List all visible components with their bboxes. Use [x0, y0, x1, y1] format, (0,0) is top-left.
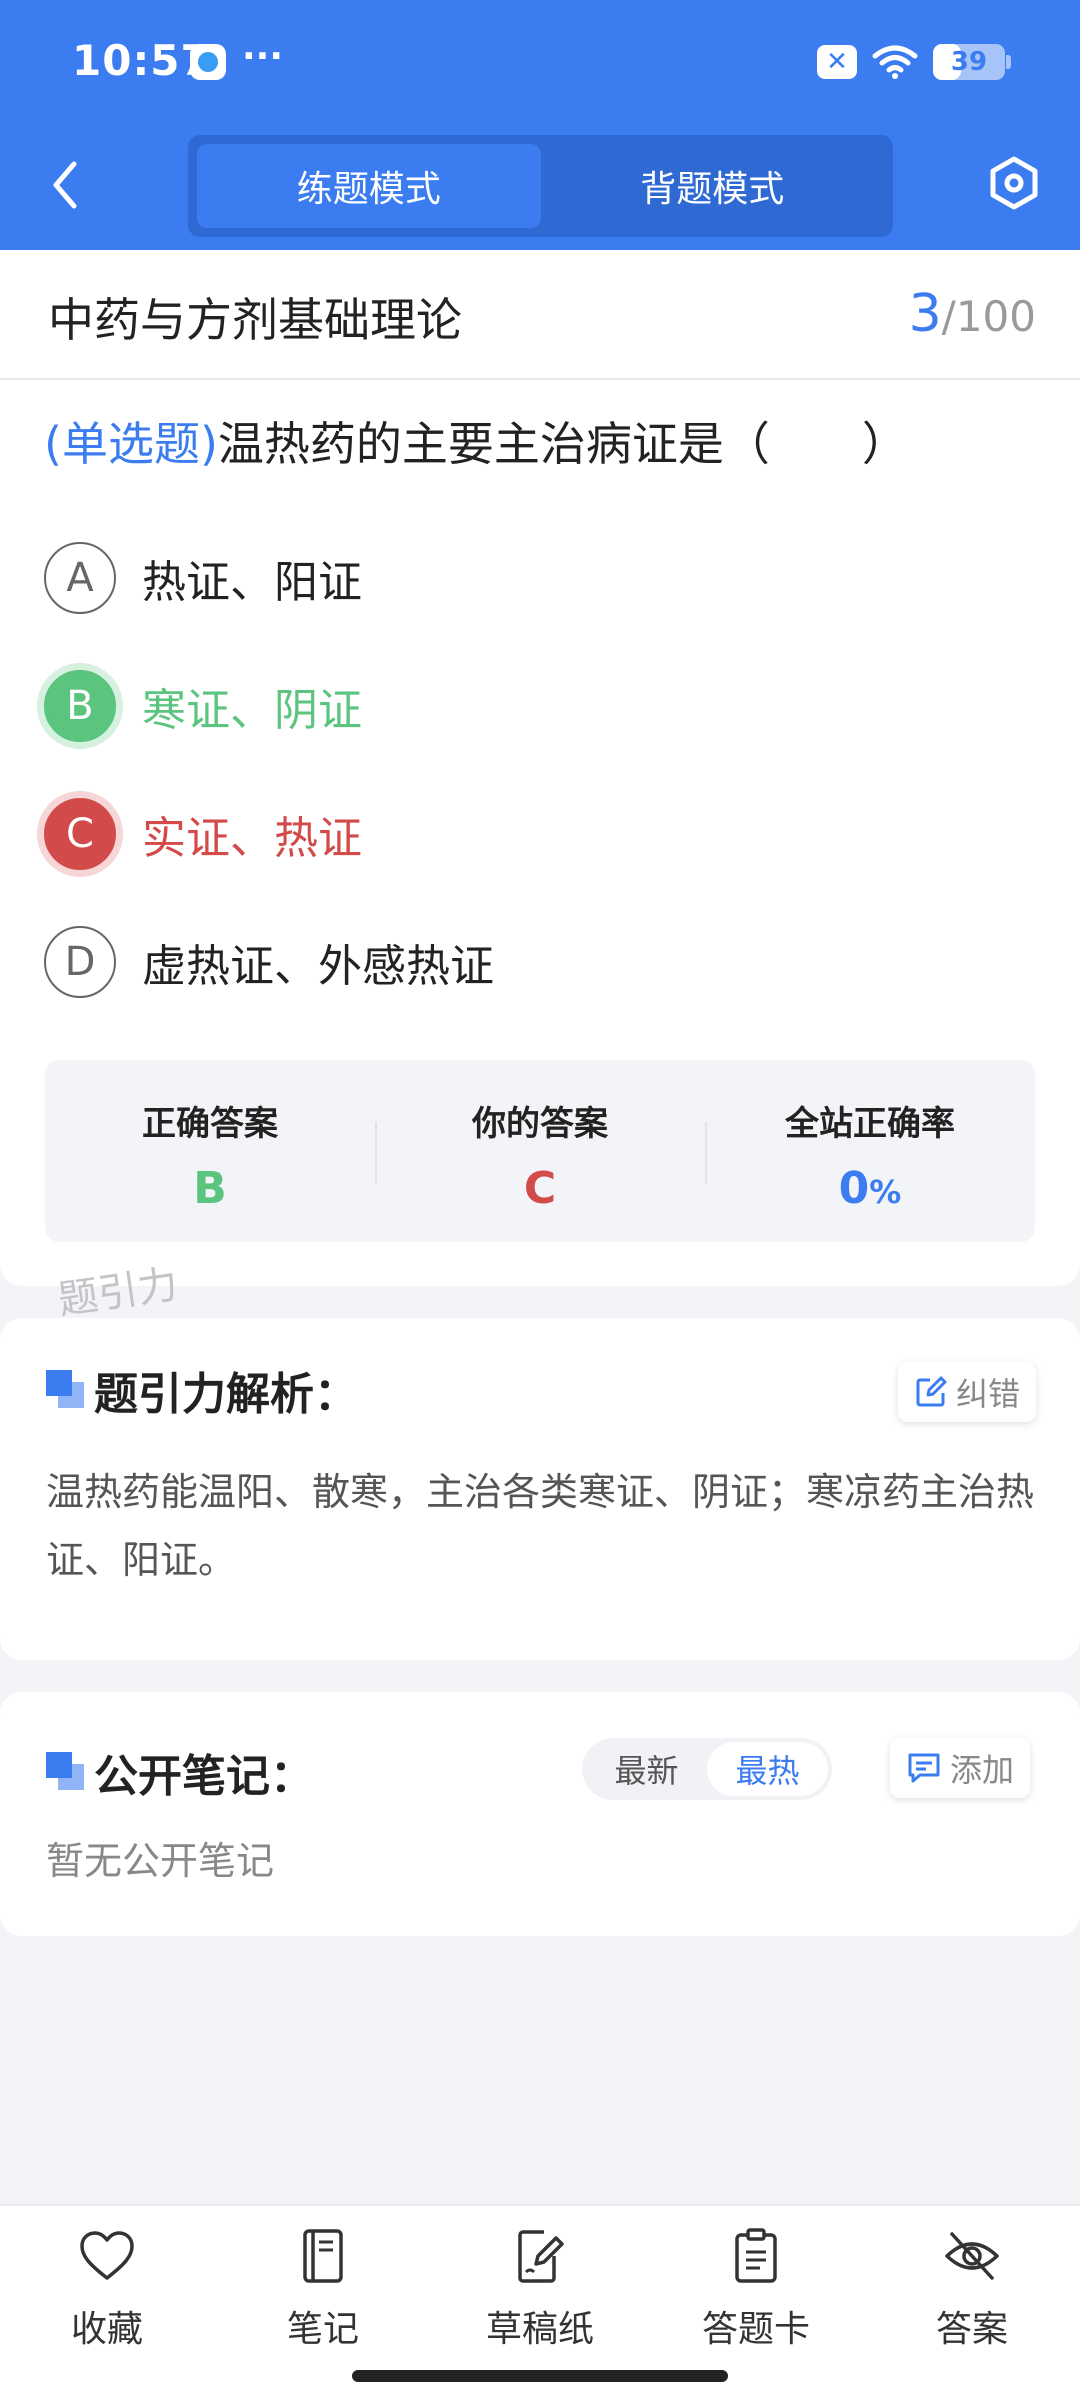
edit-icon: [916, 1376, 947, 1407]
question-text: 温热药的主要主治病证是（ ）: [217, 417, 908, 471]
site-accuracy-number: 0: [838, 1163, 870, 1214]
option-d[interactable]: D 虚热证、外感热证: [44, 924, 494, 1000]
option-text: 热证、阳证: [142, 557, 362, 608]
draft-paper-label: 草稿纸: [485, 2309, 594, 2350]
site-accuracy-value: 0%: [705, 1163, 1035, 1214]
option-text: 实证、热证: [142, 813, 362, 864]
favorite-button[interactable]: 收藏: [7, 2226, 207, 2366]
option-text: 虚热证、外感热证: [142, 941, 494, 992]
favorite-label: 收藏: [70, 2309, 143, 2350]
site-accuracy-label: 全站正确率: [785, 1104, 955, 1144]
correct-answer-label: 正确答案: [142, 1104, 278, 1144]
option-b[interactable]: B 寒证、阴证: [44, 668, 362, 744]
tab-practice-mode[interactable]: 练题模式: [197, 144, 541, 228]
notebook-icon: [303, 2229, 343, 2283]
your-answer-label: 你的答案: [472, 1104, 608, 1144]
mode-switch: 练题模式 背题模式: [188, 135, 893, 237]
comment-icon: [908, 1753, 940, 1783]
section-square-icon: [46, 1752, 84, 1790]
back-chevron-icon[interactable]: [40, 150, 90, 220]
answer-result-box: 正确答案 B 你的答案 C 全站正确率 0%: [45, 1060, 1035, 1242]
report-error-button[interactable]: 纠错: [898, 1362, 1037, 1422]
add-note-button[interactable]: 添加: [890, 1738, 1031, 1798]
option-a[interactable]: A 热证、阳证: [44, 540, 362, 616]
correct-answer-column: 正确答案 B: [45, 1060, 375, 1242]
app-notification-icon: [190, 44, 226, 80]
public-notes-card: 公开笔记： 最新 最热 添加 暂无公开笔记: [0, 1692, 1080, 1936]
draft-paper-button[interactable]: 草稿纸: [440, 2226, 640, 2366]
sort-newest[interactable]: 最新: [586, 1742, 707, 1796]
wifi-icon: [872, 45, 918, 79]
subject-row: 中药与方剂基础理论 3/100: [0, 250, 1080, 380]
battery-icon: 39: [933, 44, 1011, 80]
option-letter: B: [44, 670, 116, 742]
analysis-title: 题引力解析：: [94, 1369, 358, 1420]
answer-sheet-button[interactable]: 答题卡: [656, 2226, 856, 2366]
current-question-number: 3: [908, 284, 942, 344]
sort-hottest[interactable]: 最热: [707, 1742, 828, 1796]
question-stem: (单选题)温热药的主要主治病证是（ ）: [44, 408, 908, 474]
add-note-label: 添加: [950, 1751, 1015, 1789]
eye-off-icon: [945, 2232, 999, 2280]
notes-label: 笔记: [286, 2309, 359, 2350]
notes-sort-switch: 最新 最热: [582, 1738, 832, 1800]
site-accuracy-column: 全站正确率 0%: [705, 1060, 1035, 1242]
option-letter: D: [44, 926, 116, 998]
subject-title: 中药与方剂基础理论: [48, 293, 462, 347]
show-answer-label: 答案: [935, 2309, 1008, 2350]
no-sim-icon: ✕: [817, 45, 857, 79]
report-error-label: 纠错: [956, 1375, 1021, 1413]
option-text: 寒证、阴证: [142, 685, 362, 736]
analysis-card: 题引力解析： 纠错 温热药能温阳、散寒，主治各类寒证、阴证；寒凉药主治热证、阳证…: [0, 1318, 1080, 1660]
status-icons: ✕ 39: [817, 42, 1011, 82]
home-indicator[interactable]: [352, 2370, 728, 2382]
your-answer-column: 你的答案 C: [375, 1060, 705, 1242]
battery-level: 39: [950, 47, 988, 77]
option-c[interactable]: C 实证、热证: [44, 796, 362, 872]
more-notifications-icon: ···: [242, 36, 284, 77]
option-letter: C: [44, 798, 116, 870]
question-progress: 3/100: [909, 284, 1036, 344]
total-questions: /100: [941, 292, 1036, 341]
answer-sheet-icon: [735, 2228, 777, 2283]
show-answer-button[interactable]: 答案: [872, 2226, 1072, 2366]
tab-memorize-mode[interactable]: 背题模式: [541, 144, 885, 228]
status-bar: 10:57 ··· ✕ 39: [0, 0, 1080, 125]
heart-icon: [80, 2231, 134, 2280]
notes-button[interactable]: 笔记: [223, 2226, 423, 2366]
section-square-icon: [46, 1370, 84, 1408]
settings-hexagon-icon[interactable]: [986, 155, 1042, 211]
app-header: 10:57 ··· ✕ 39 练题模式 背题模式: [0, 0, 1080, 250]
notes-empty-text: 暂无公开笔记: [46, 1839, 275, 1883]
site-accuracy-unit: %: [869, 1173, 902, 1211]
question-type: (单选题): [44, 417, 218, 471]
analysis-text: 温热药能温阳、散寒，主治各类寒证、阴证；寒凉药主治热证、阳证。: [46, 1470, 1035, 1582]
question-card: 中药与方剂基础理论 3/100 (单选题)温热药的主要主治病证是（ ） A 热证…: [0, 250, 1080, 1286]
notes-title: 公开笔记：: [94, 1751, 314, 1802]
correct-answer-value: B: [193, 1163, 227, 1214]
draft-paper-icon: [518, 2230, 564, 2283]
answer-sheet-label: 答题卡: [701, 2309, 810, 2350]
your-answer-value: C: [523, 1163, 557, 1214]
option-letter: A: [44, 542, 116, 614]
